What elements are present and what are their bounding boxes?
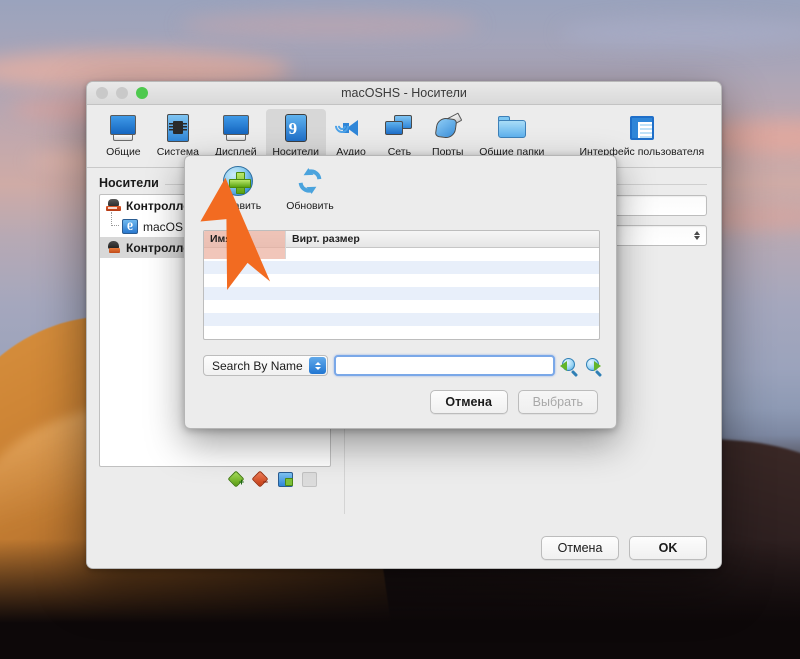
vdi-disk-icon — [122, 219, 138, 234]
harddisk-icon: 9 — [280, 112, 312, 144]
monitor-icon — [107, 112, 139, 144]
dialog-cancel-button[interactable]: Отмена — [429, 390, 508, 414]
tab-storage[interactable]: 9 Носители — [265, 109, 326, 160]
column-header-name[interactable]: Имя — [204, 231, 286, 259]
chevron-updown-icon[interactable] — [309, 357, 326, 374]
dialog-toolbar: Добавить Обновить — [185, 156, 616, 212]
table-row[interactable] — [204, 313, 599, 326]
virtual-media-selector-dialog: Добавить Обновить Имя Вирт. размер Searc… — [184, 155, 617, 429]
search-bar: Search By Name — [203, 355, 603, 377]
add-disk-button[interactable]: Добавить — [207, 164, 269, 212]
stepper-icon[interactable] — [691, 228, 703, 244]
close-button-icon[interactable] — [96, 87, 108, 99]
add-disk-label: Добавить — [214, 200, 262, 212]
refresh-label: Обновить — [286, 200, 334, 212]
tab-network[interactable]: Сеть — [376, 109, 422, 160]
chip-icon — [162, 112, 194, 144]
add-plus-circle-icon — [221, 164, 255, 198]
tab-general[interactable]: Общие — [99, 109, 148, 160]
tab-display[interactable]: Дисплей — [208, 109, 264, 160]
table-row[interactable] — [204, 261, 599, 274]
column-header-name-label: Имя — [210, 233, 232, 245]
display-icon — [220, 112, 252, 144]
tab-system[interactable]: Система — [150, 109, 206, 160]
table-row[interactable] — [204, 326, 599, 339]
tab-audio[interactable]: Аудио — [328, 109, 374, 160]
folder-icon — [496, 112, 528, 144]
column-header-virtual-size-label: Вирт. размер — [292, 233, 360, 245]
search-mode-select[interactable]: Search By Name — [203, 355, 328, 376]
window-ok-button[interactable]: OK — [629, 536, 707, 560]
search-input[interactable] — [334, 355, 555, 376]
column-header-virtual-size[interactable]: Вирт. размер — [286, 233, 366, 245]
window-footer: Отмена OK — [87, 526, 721, 568]
table-row[interactable] — [204, 287, 599, 300]
tab-ports[interactable]: Порты — [425, 109, 471, 160]
network-icon — [383, 112, 415, 144]
sata-controller-icon — [106, 241, 121, 254]
tab-user-interface[interactable]: Интерфейс пользователя — [575, 109, 709, 160]
window-controls[interactable] — [96, 87, 148, 99]
ui-window-icon — [626, 112, 658, 144]
dialog-choose-button: Выбрать — [517, 390, 598, 414]
refresh-circle-icon — [293, 164, 327, 198]
add-attachment-button[interactable] — [277, 471, 294, 488]
dialog-footer: Отмена Выбрать — [429, 390, 598, 414]
group-title: Носители — [99, 176, 165, 190]
remove-controller-button[interactable]: − — [251, 470, 270, 488]
refresh-button[interactable]: Обновить — [279, 164, 341, 212]
media-table-header: Имя Вирт. размер — [204, 231, 599, 259]
maximize-button-icon[interactable] — [136, 87, 148, 99]
storage-tree-toolbar: + − — [227, 470, 318, 488]
tab-label: Общие — [106, 146, 141, 158]
search-next-icon[interactable] — [585, 357, 603, 377]
table-row[interactable] — [204, 300, 599, 313]
ide-controller-icon — [106, 199, 121, 212]
remove-attachment-button — [301, 471, 318, 488]
desktop-background: macOSHS - Носители Общие Система Дисплей — [0, 0, 800, 659]
ports-icon — [432, 112, 464, 144]
search-mode-value: Search By Name — [212, 358, 303, 373]
minimize-button-icon[interactable] — [116, 87, 128, 99]
table-row[interactable] — [204, 274, 599, 287]
cloud — [180, 12, 480, 38]
media-table[interactable]: Имя Вирт. размер — [203, 230, 600, 340]
tab-shared-folders[interactable]: Общие папки — [473, 109, 551, 160]
search-prev-icon[interactable] — [560, 357, 579, 377]
sort-ascending-icon — [235, 236, 244, 242]
window-cancel-button[interactable]: Отмена — [541, 536, 619, 560]
title-bar[interactable]: macOSHS - Носители — [87, 82, 721, 105]
cloud — [560, 18, 800, 48]
speaker-icon — [332, 112, 367, 144]
window-title: macOSHS - Носители — [341, 86, 467, 100]
add-controller-button[interactable]: + — [227, 470, 246, 488]
